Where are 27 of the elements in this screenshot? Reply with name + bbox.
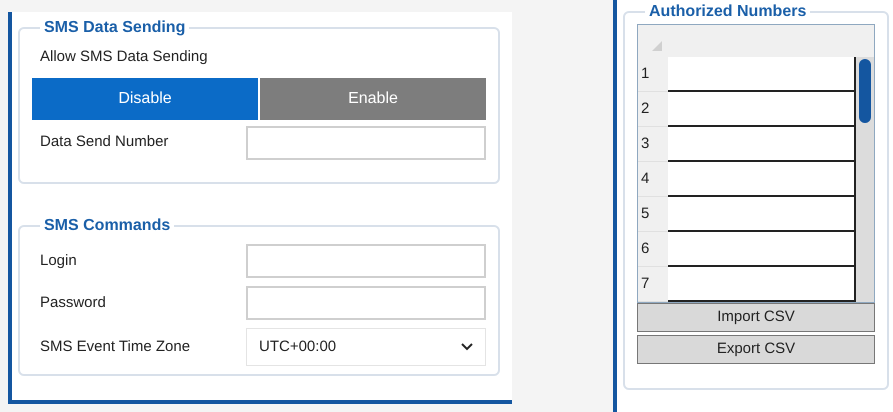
time-zone-select[interactable]: UTC+00:00 bbox=[246, 328, 486, 366]
table-cell[interactable] bbox=[668, 127, 856, 162]
toggle-option[interactable]: Enable bbox=[260, 78, 486, 120]
field-label: Login bbox=[40, 250, 77, 271]
toggle-option[interactable]: Disable bbox=[32, 78, 258, 120]
field-label: Allow SMS Data Sending bbox=[40, 47, 209, 67]
corner-icon bbox=[652, 41, 662, 51]
password-field[interactable] bbox=[246, 286, 486, 320]
table-cell[interactable] bbox=[668, 232, 856, 267]
csv-button[interactable]: Export CSV bbox=[637, 335, 875, 364]
group-title: SMS Data Sending bbox=[43, 18, 186, 38]
table-cell[interactable] bbox=[668, 57, 856, 92]
input-field[interactable] bbox=[246, 244, 486, 278]
field-label: SMS Event Time Zone bbox=[40, 336, 190, 357]
select-value: UTC+00:00 bbox=[259, 336, 336, 357]
table-cell[interactable] bbox=[668, 197, 856, 232]
field-label: Password bbox=[40, 292, 106, 313]
scrollbar-thumb[interactable] bbox=[859, 59, 871, 123]
table-cell[interactable] bbox=[668, 267, 856, 302]
field-label: Data Send Number bbox=[40, 132, 168, 152]
csv-button[interactable]: Import CSV bbox=[637, 303, 875, 332]
table-cell[interactable] bbox=[668, 92, 856, 127]
input-field[interactable] bbox=[246, 126, 486, 160]
group-title: Authorized Numbers bbox=[648, 2, 808, 22]
group-title: SMS Commands bbox=[43, 216, 172, 236]
chevron-down-icon bbox=[461, 343, 473, 351]
table-cell[interactable] bbox=[668, 162, 856, 197]
